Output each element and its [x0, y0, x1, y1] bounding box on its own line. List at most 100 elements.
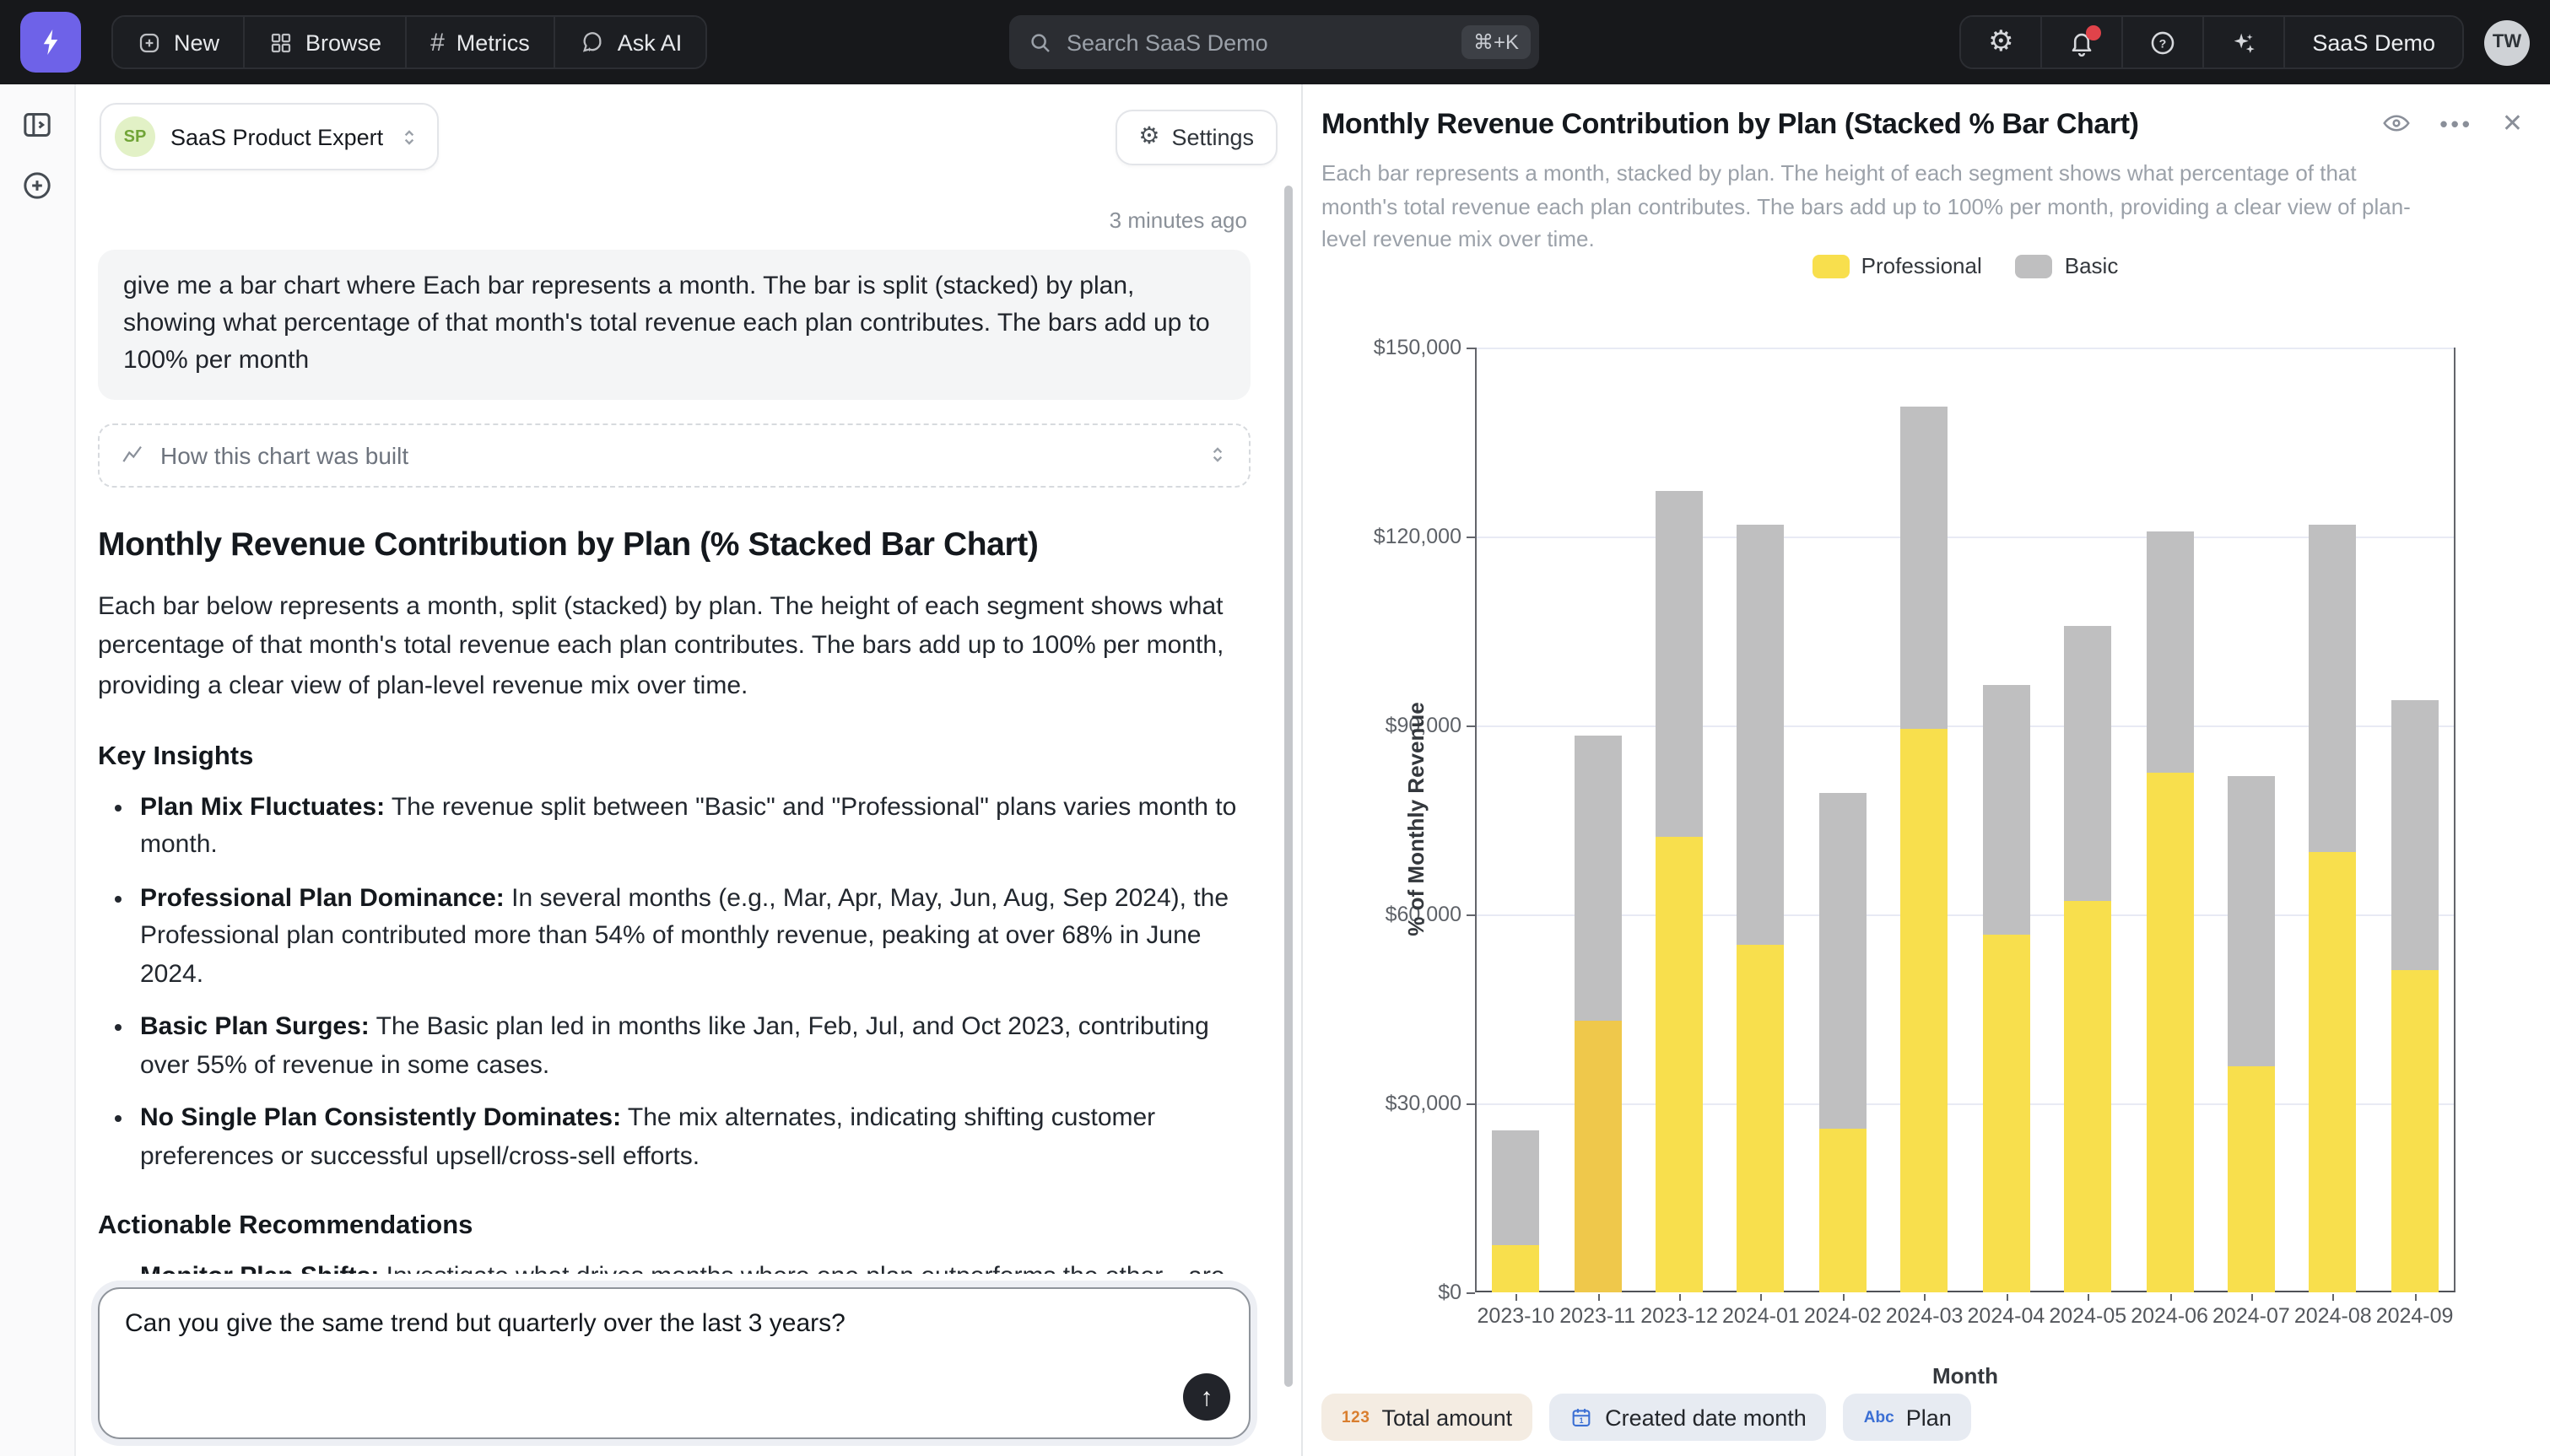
- tag-total-amount[interactable]: 123 Total amount: [1321, 1394, 1532, 1441]
- gridline: [1477, 725, 2454, 727]
- more-options-button[interactable]: •••: [2440, 111, 2473, 136]
- plus-square-icon: [137, 30, 162, 55]
- preview-eye-button[interactable]: [2381, 108, 2412, 138]
- notifications-button[interactable]: [2042, 17, 2123, 67]
- gridline: [1477, 348, 2454, 349]
- workspace-button[interactable]: SaaS Demo: [2285, 17, 2462, 67]
- collapse-sidebar-button[interactable]: [20, 108, 54, 142]
- bar-2024-02-professional[interactable]: [1819, 1130, 1867, 1292]
- tag-label: Plan: [1906, 1405, 1952, 1430]
- bar-2023-12-basic[interactable]: [1656, 491, 1703, 836]
- settings-label: Settings: [1171, 124, 1254, 149]
- legend-label: Professional: [1861, 253, 1982, 278]
- bar-2024-07-professional[interactable]: [2228, 1067, 2275, 1292]
- user-avatar[interactable]: TW: [2484, 19, 2530, 65]
- search-icon: [1028, 30, 1053, 55]
- agent-avatar: SP: [115, 116, 155, 157]
- plot-area: [1475, 348, 2455, 1292]
- tag-plan[interactable]: Abc Plan: [1844, 1394, 1972, 1441]
- bar-2024-01-professional[interactable]: [1737, 946, 1785, 1292]
- bullet-item: Monitor Plan Shifts: Investigate what dr…: [140, 1259, 1251, 1274]
- legend-item-basic[interactable]: Basic: [2016, 253, 2119, 278]
- close-panel-button[interactable]: ✕: [2502, 108, 2523, 138]
- how-chart-built-toggle[interactable]: How this chart was built: [98, 423, 1251, 487]
- key-insights-list: Plan Mix Fluctuates: The revenue split b…: [98, 789, 1251, 1176]
- x-tick-mark: [2006, 1294, 2007, 1301]
- bar-2023-10-basic[interactable]: [1492, 1130, 1539, 1245]
- x-tick-mark: [1925, 1294, 1926, 1301]
- navbar-right: ⚙ ? SaaS Demo TW: [1959, 15, 2530, 69]
- app-window: New Browse # Metrics Ask AI Search SaaS …: [0, 0, 2550, 1456]
- send-button[interactable]: ↑: [1183, 1373, 1230, 1421]
- y-tick-label: $90,000: [1310, 714, 1461, 737]
- bar-2024-09-professional[interactable]: [2391, 970, 2439, 1292]
- bar-2024-03-professional[interactable]: [1901, 729, 1948, 1292]
- search-placeholder: Search SaaS Demo: [1067, 30, 1461, 55]
- y-tick-mark: [1467, 914, 1475, 916]
- svg-text:1: 1: [1580, 1416, 1584, 1425]
- expand-chevrons-icon: [1207, 444, 1229, 466]
- y-tick-label: $0: [1310, 1281, 1461, 1304]
- bar-2024-09-basic[interactable]: [2391, 701, 2439, 970]
- x-tick-mark: [1597, 1294, 1599, 1301]
- how-built-label: How this chart was built: [160, 441, 408, 468]
- bar-2024-02-basic[interactable]: [1819, 792, 1867, 1129]
- arrow-up-icon: ↑: [1201, 1383, 1213, 1411]
- x-tick-mark: [1761, 1294, 1763, 1301]
- legend-label: Basic: [2065, 253, 2119, 278]
- bar-2024-04-professional[interactable]: [1982, 935, 2029, 1292]
- ask-ai-button[interactable]: Ask AI: [555, 17, 706, 67]
- bar-2024-06-professional[interactable]: [2146, 774, 2193, 1292]
- bar-2024-06-basic[interactable]: [2146, 531, 2193, 774]
- tag-label: Total amount: [1382, 1405, 1513, 1430]
- metrics-label: Metrics: [457, 30, 530, 55]
- search-shortcut-badge: ⌘+K: [1461, 25, 1531, 59]
- bar-2024-08-professional[interactable]: [2310, 853, 2357, 1292]
- field-tags: 123 Total amount 1 Created date month Ab…: [1321, 1394, 1972, 1441]
- eye-icon: [2381, 108, 2412, 138]
- legend-item-professional[interactable]: Professional: [1813, 253, 1982, 278]
- browse-button[interactable]: Browse: [245, 17, 407, 67]
- bar-2023-12-professional[interactable]: [1656, 836, 1703, 1292]
- metrics-button[interactable]: # Metrics: [407, 17, 555, 67]
- help-button[interactable]: ?: [2123, 17, 2204, 67]
- response-intro: Each bar below represents a month, split…: [98, 586, 1251, 706]
- y-tick-mark: [1467, 1292, 1475, 1294]
- hash-icon: #: [430, 28, 445, 57]
- bar-2023-11-professional[interactable]: [1574, 1022, 1621, 1292]
- plus-circle-icon: [20, 169, 54, 202]
- bar-2024-01-basic[interactable]: [1737, 526, 1785, 946]
- grid-icon: [268, 30, 294, 55]
- bar-2024-03-basic[interactable]: [1901, 407, 1948, 730]
- ai-sparkles-button[interactable]: [2204, 17, 2285, 67]
- bar-2024-07-basic[interactable]: [2228, 776, 2275, 1066]
- settings-gear-button[interactable]: ⚙: [1961, 17, 2042, 67]
- chat-scrollbar[interactable]: [1284, 186, 1293, 1387]
- browse-label: Browse: [305, 30, 381, 55]
- tag-created-date-month[interactable]: 1 Created date month: [1549, 1394, 1827, 1441]
- bar-2024-04-basic[interactable]: [1982, 686, 2029, 935]
- chat-panel: SP SaaS Product Expert ⚙ Settings 3 minu…: [76, 84, 1303, 1456]
- bar-2023-11-basic[interactable]: [1574, 736, 1621, 1022]
- bar-2024-05-professional[interactable]: [2064, 901, 2111, 1292]
- bar-2023-10-professional[interactable]: [1492, 1245, 1539, 1292]
- bar-2024-05-basic[interactable]: [2064, 626, 2111, 901]
- gridline: [1477, 1103, 2454, 1105]
- global-search-input[interactable]: Search SaaS Demo ⌘+K: [1009, 15, 1539, 69]
- y-axis-title: % of Monthly Revenue: [1403, 583, 1429, 1055]
- workspace-name: SaaS Demo: [2312, 30, 2435, 55]
- agent-selector[interactable]: SP SaaS Product Expert: [100, 103, 439, 170]
- new-thread-button[interactable]: [20, 169, 54, 202]
- x-tick-mark: [2333, 1294, 2335, 1301]
- chart-panel-actions: ••• ✕: [2381, 108, 2523, 138]
- string-field-icon: Abc: [1864, 1408, 1894, 1426]
- x-tick-mark: [2415, 1294, 2417, 1301]
- x-tick-mark: [2251, 1294, 2253, 1301]
- bar-2024-08-basic[interactable]: [2310, 526, 2357, 853]
- chat-messages[interactable]: 3 minutes ago give me a bar chart where …: [76, 184, 1301, 1274]
- bullet-item: Professional Plan Dominance: In several …: [140, 880, 1251, 994]
- new-button[interactable]: New: [113, 17, 245, 67]
- chat-input[interactable]: Can you give the same trend but quarterl…: [98, 1287, 1251, 1439]
- agent-settings-button[interactable]: ⚙ Settings: [1115, 109, 1278, 164]
- app-logo[interactable]: [20, 12, 81, 73]
